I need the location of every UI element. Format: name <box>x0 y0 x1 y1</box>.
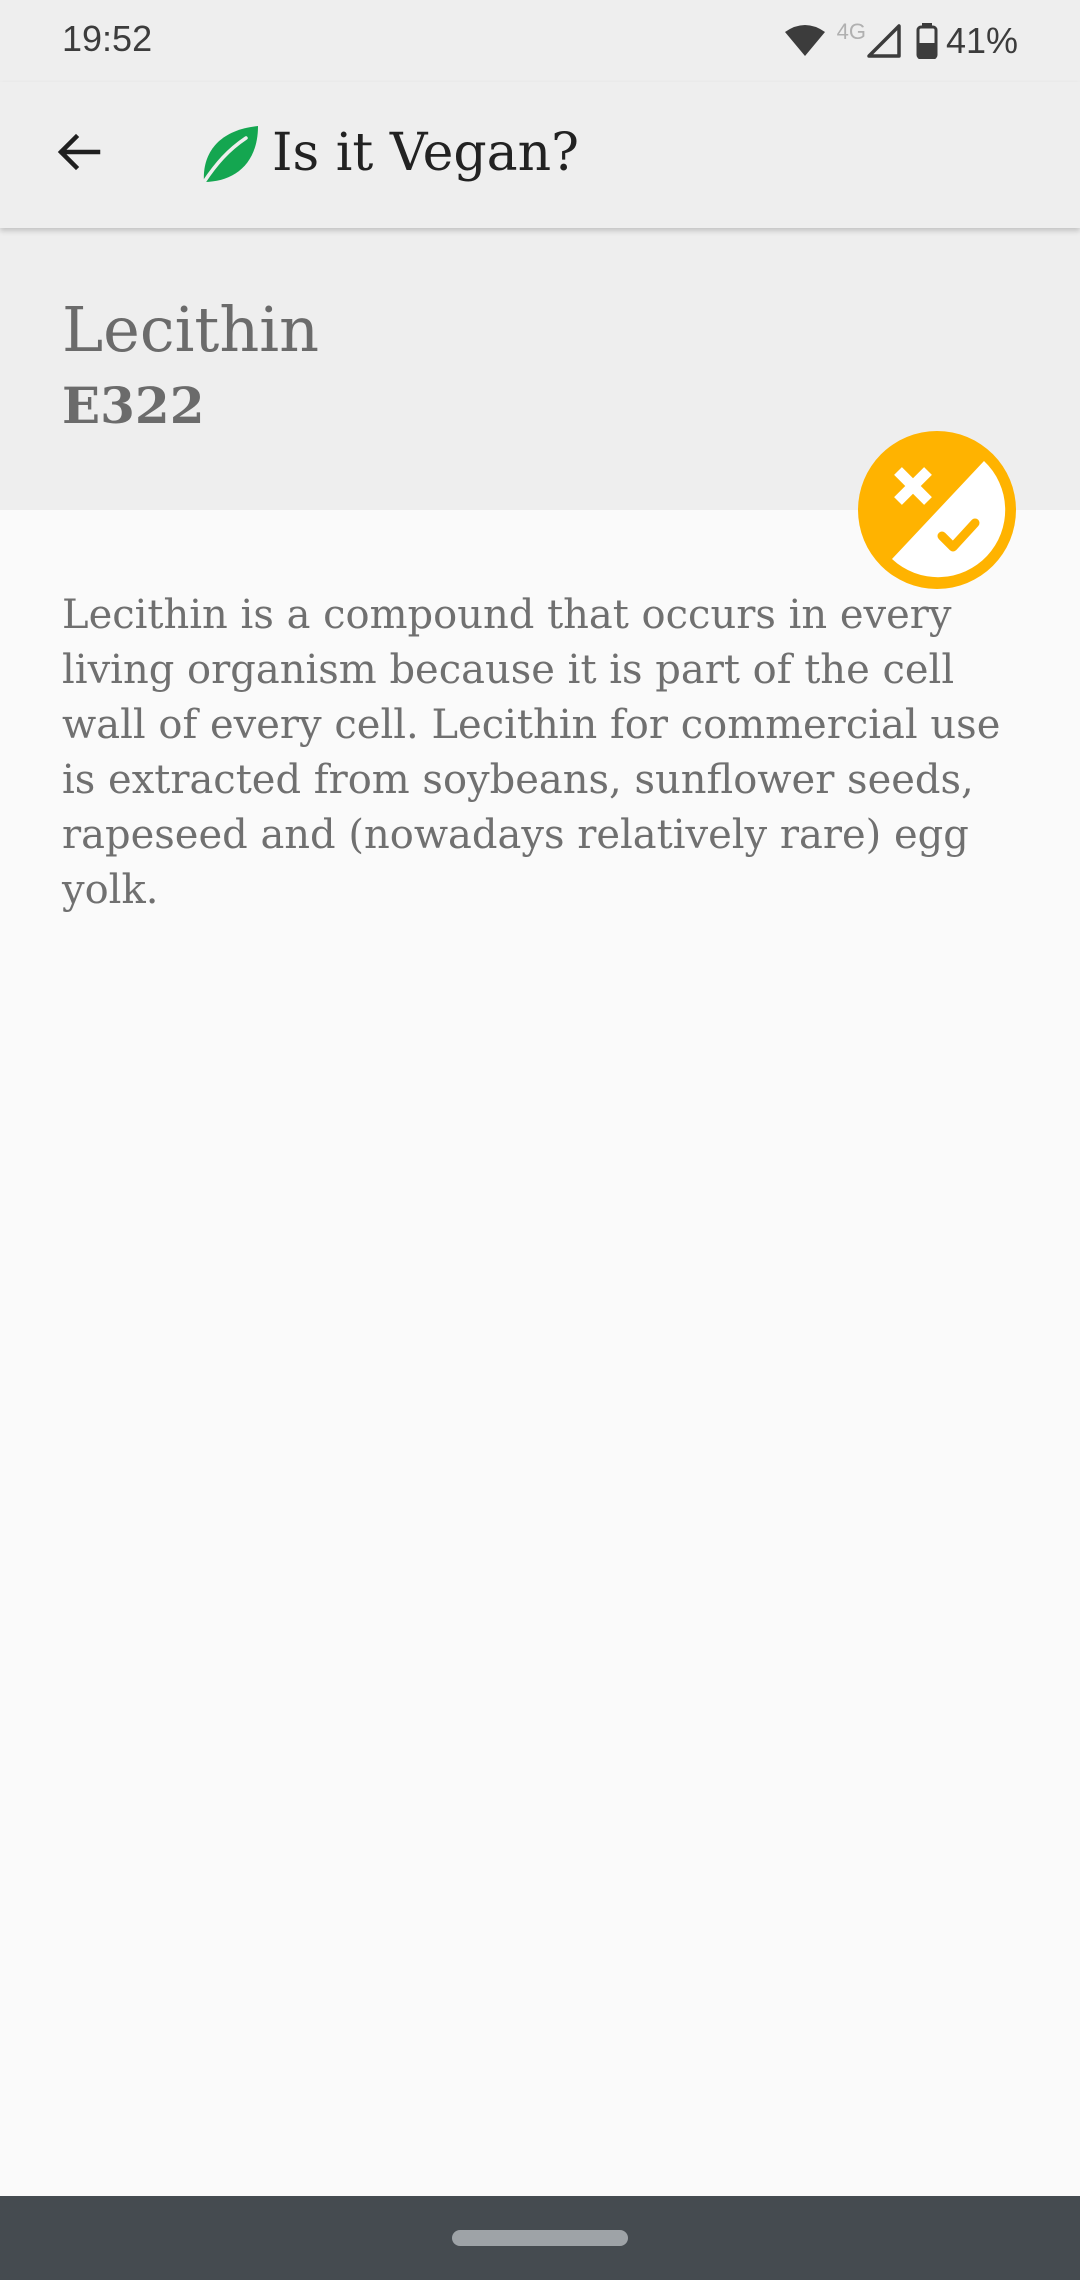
status-icons: 4G 41% <box>783 14 1018 68</box>
network-type-label: 4G <box>836 19 866 44</box>
ingredient-name: Lecithin <box>62 293 320 366</box>
leaf-icon <box>200 124 260 184</box>
status-bar: 19:52 4G 41% <box>0 0 1080 82</box>
arrow-back-icon <box>54 128 102 180</box>
navigation-bar <box>0 2196 1080 2280</box>
home-gesture-handle[interactable] <box>452 2230 628 2246</box>
app-title: Is it Vegan? <box>272 123 580 183</box>
back-button[interactable] <box>36 112 120 196</box>
ingredient-description: Lecithin is a compound that occurs in ev… <box>62 592 1001 913</box>
status-time: 19:52 <box>62 18 153 59</box>
vegan-status-button[interactable] <box>858 431 1016 589</box>
wifi-icon <box>783 24 827 58</box>
battery-icon <box>916 23 938 59</box>
maybe-vegan-icon <box>858 431 1016 589</box>
ingredient-code: E322 <box>62 376 205 435</box>
cell-signal-icon <box>866 24 902 58</box>
battery-percent: 41% <box>945 20 1018 61</box>
app-bar: Is it Vegan? <box>0 82 1080 228</box>
